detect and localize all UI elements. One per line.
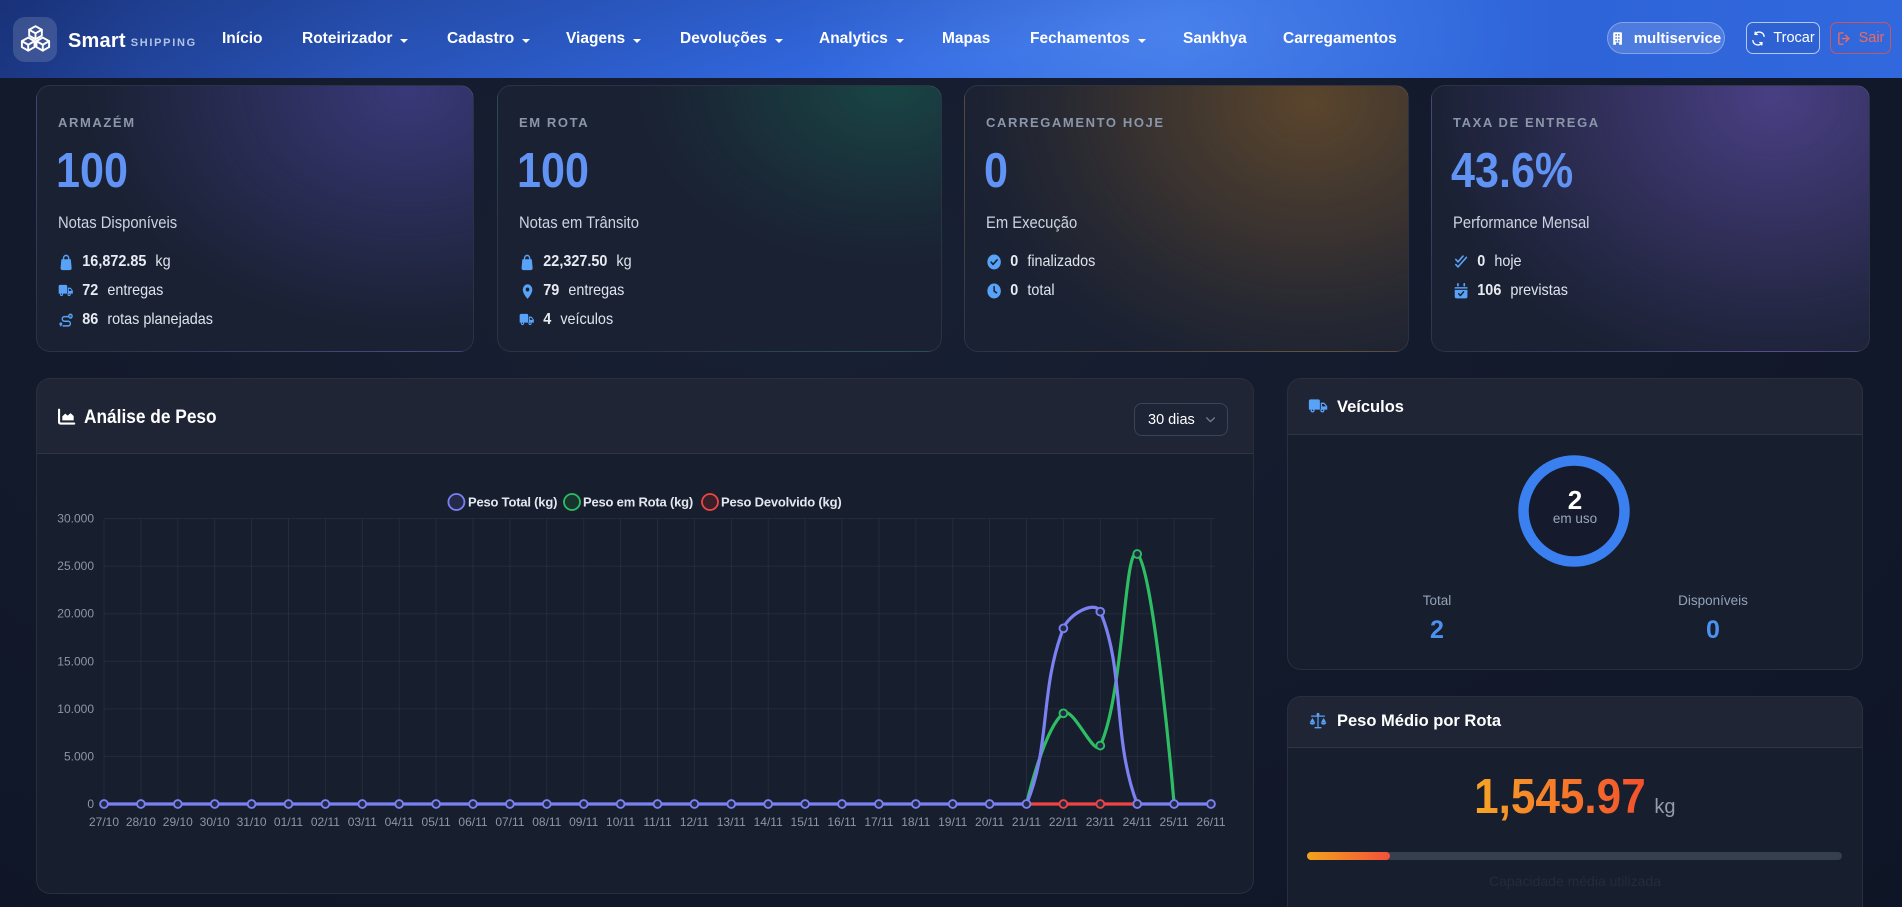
svg-text:17/11: 17/11 (864, 815, 893, 829)
svg-text:18/11: 18/11 (901, 815, 930, 829)
svg-text:05/11: 05/11 (422, 815, 451, 829)
svg-text:08/11: 08/11 (532, 815, 561, 829)
svg-text:25.000: 25.000 (57, 559, 94, 573)
svg-text:03/11: 03/11 (348, 815, 377, 829)
svg-text:07/11: 07/11 (495, 815, 524, 829)
svg-text:10/11: 10/11 (606, 815, 635, 829)
svg-text:04/11: 04/11 (385, 815, 414, 829)
svg-text:27/10: 27/10 (89, 815, 119, 829)
svg-text:23/11: 23/11 (1086, 815, 1115, 829)
svg-text:Peso Devolvido (kg): Peso Devolvido (kg) (721, 495, 841, 510)
svg-text:30.000: 30.000 (57, 512, 94, 526)
svg-text:06/11: 06/11 (458, 815, 487, 829)
svg-text:19/11: 19/11 (938, 815, 967, 829)
svg-text:28/10: 28/10 (126, 815, 156, 829)
svg-text:20.000: 20.000 (57, 607, 94, 621)
svg-text:0: 0 (87, 797, 94, 811)
svg-text:26/11: 26/11 (1196, 815, 1225, 829)
svg-text:13/11: 13/11 (717, 815, 746, 829)
svg-text:16/11: 16/11 (827, 815, 856, 829)
svg-text:25/11: 25/11 (1160, 815, 1189, 829)
svg-text:Peso em Rota (kg): Peso em Rota (kg) (583, 495, 693, 510)
svg-text:22/11: 22/11 (1049, 815, 1078, 829)
svg-text:15.000: 15.000 (57, 654, 94, 668)
svg-text:10.000: 10.000 (57, 702, 94, 716)
svg-text:09/11: 09/11 (569, 815, 598, 829)
svg-text:01/11: 01/11 (274, 815, 303, 829)
svg-text:21/11: 21/11 (1012, 815, 1041, 829)
svg-text:30/10: 30/10 (200, 815, 230, 829)
svg-text:20/11: 20/11 (975, 815, 1004, 829)
svg-text:14/11: 14/11 (754, 815, 783, 829)
svg-text:12/11: 12/11 (680, 815, 709, 829)
svg-text:29/10: 29/10 (163, 815, 193, 829)
svg-text:11/11: 11/11 (643, 815, 672, 829)
svg-text:24/11: 24/11 (1123, 815, 1152, 829)
svg-text:5.000: 5.000 (64, 749, 94, 763)
svg-text:Peso Total (kg): Peso Total (kg) (468, 495, 557, 510)
svg-text:31/10: 31/10 (237, 815, 267, 829)
svg-text:15/11: 15/11 (791, 815, 820, 829)
svg-text:02/11: 02/11 (311, 815, 340, 829)
